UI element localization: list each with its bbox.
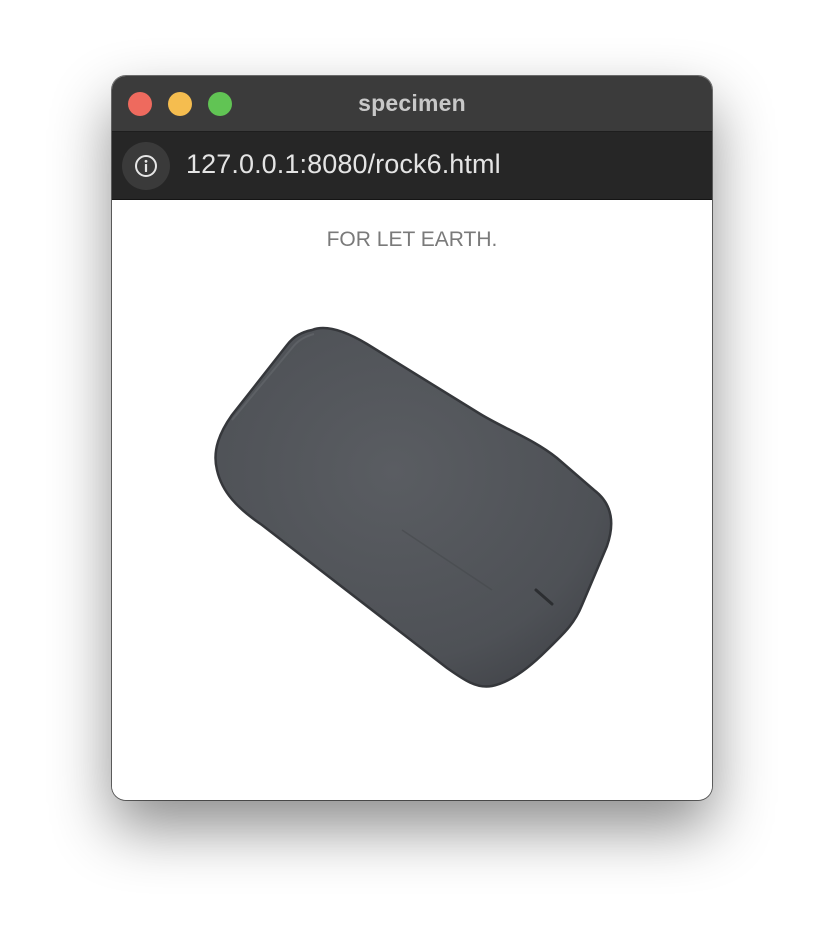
address-bar: 127.0.0.1:8080/rock6.html [112,132,712,200]
rock-specimen-image [214,326,613,688]
window-title: specimen [358,90,466,116]
page-content: FOR LET EARTH. [112,200,712,800]
rock-shape [214,326,613,688]
browser-window: specimen 127.0.0.1:8080/rock6.html FOR L… [112,76,712,800]
info-icon [135,155,157,177]
page-caption: FOR LET EARTH. [326,228,498,251]
title-bar: specimen [112,76,712,132]
site-info-button[interactable] [122,142,170,190]
url-field[interactable]: 127.0.0.1:8080/rock6.html [186,149,501,180]
